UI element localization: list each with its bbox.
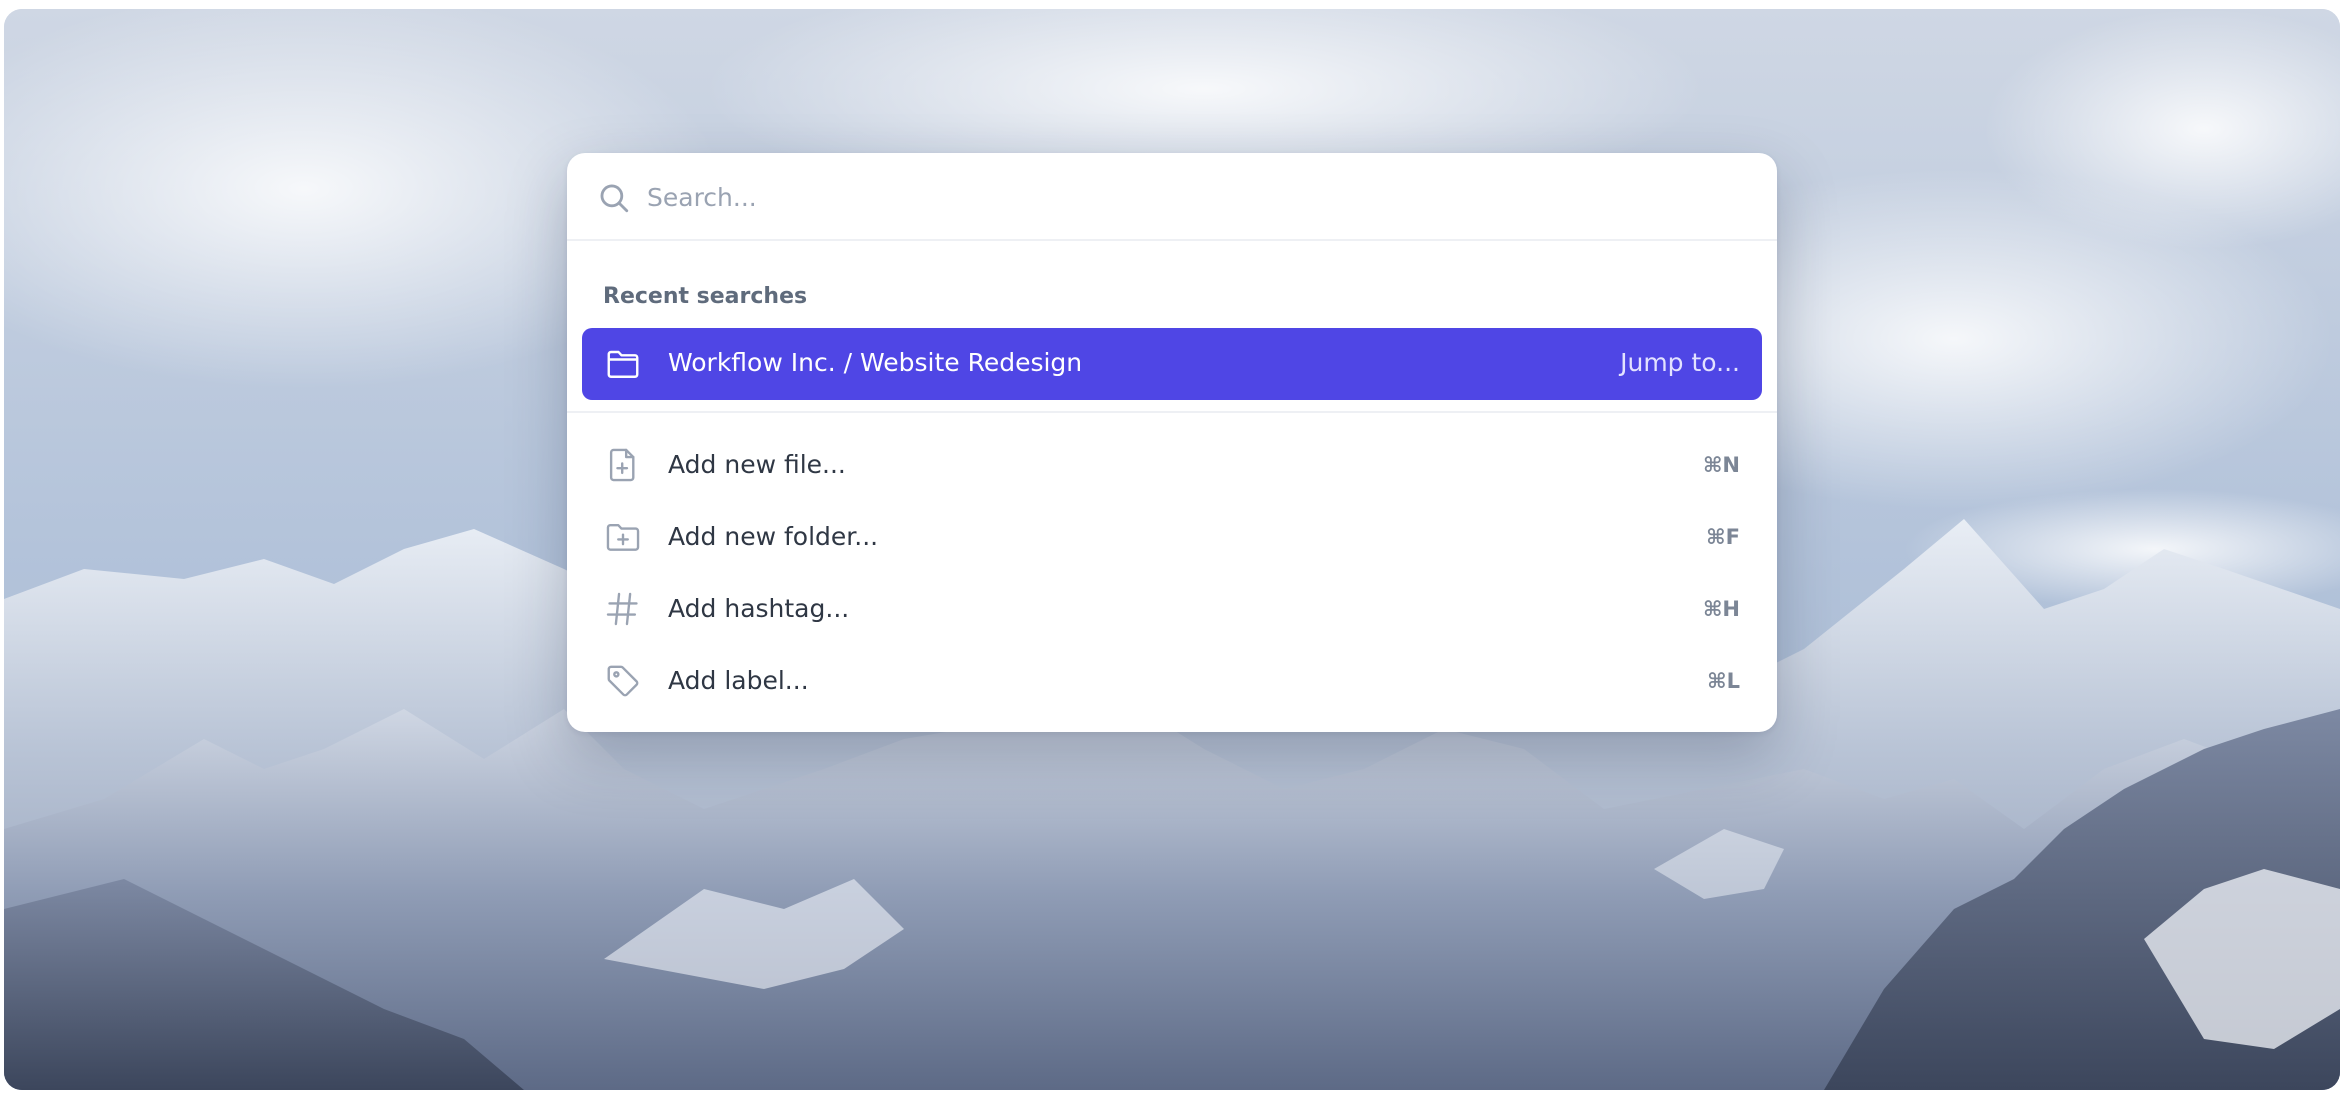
- recent-item-workflow-website-redesign[interactable]: Workflow Inc. / Website Redesign Jump to…: [582, 328, 1762, 400]
- file-plus-icon: [609, 448, 635, 482]
- search-icon: [600, 184, 629, 213]
- add-label-action[interactable]: Add label... ⌘L: [582, 645, 1762, 717]
- add-new-folder-action[interactable]: Add new folder... ⌘F: [582, 501, 1762, 573]
- keyboard-shortcut: ⌘F: [1706, 525, 1740, 549]
- action-label: Add new folder...: [668, 522, 879, 551]
- keyboard-shortcut: ⌘N: [1702, 453, 1740, 477]
- search-bar: [567, 153, 1777, 241]
- keyboard-shortcut: ⌘L: [1707, 669, 1740, 693]
- search-input[interactable]: [645, 171, 1745, 223]
- add-hashtag-action[interactable]: Add hashtag... ⌘H: [582, 573, 1762, 645]
- action-label: Add new file...: [668, 450, 846, 479]
- recent-searches-heading: Recent searches: [603, 284, 808, 309]
- jump-to-hint: Jump to...: [1620, 348, 1740, 377]
- keyboard-shortcut: ⌘H: [1702, 597, 1740, 621]
- divider: [567, 411, 1777, 413]
- recent-item-label: Workflow Inc. / Website Redesign: [668, 348, 1083, 377]
- hashtag-icon: [606, 592, 638, 626]
- folder-icon: [607, 350, 639, 378]
- add-new-file-action[interactable]: Add new file... ⌘N: [582, 429, 1762, 501]
- command-palette: Recent searches Workflow Inc. / Website …: [567, 153, 1777, 732]
- action-label: Add hashtag...: [668, 594, 850, 623]
- tag-icon: [607, 665, 639, 697]
- folder-plus-icon: [606, 523, 640, 551]
- action-label: Add label...: [668, 666, 809, 695]
